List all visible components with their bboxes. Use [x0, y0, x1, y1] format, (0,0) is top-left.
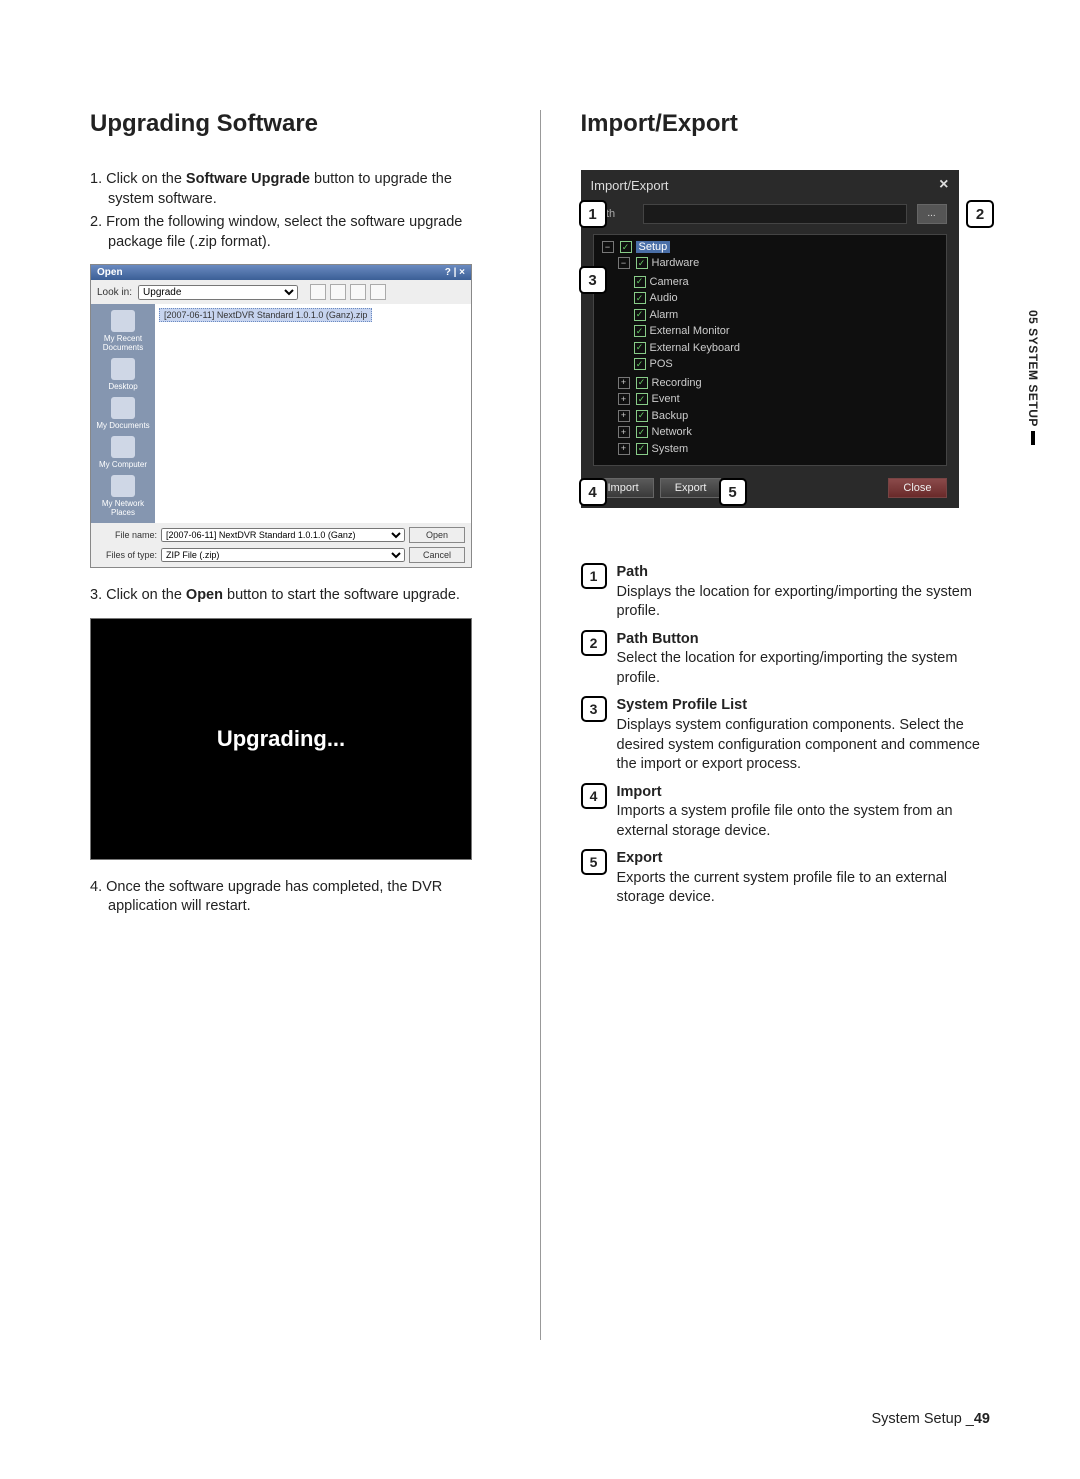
heading-import-export: Import/Export [581, 110, 991, 138]
checkbox-icon[interactable]: ✓ [634, 309, 646, 321]
filetype-label: Files of type: [97, 550, 157, 560]
place-recent[interactable]: My Recent Documents [95, 310, 151, 352]
def-path: 1 PathDisplays the location for exportin… [581, 563, 991, 622]
place-desktop[interactable]: Desktop [95, 358, 151, 391]
close-icon[interactable]: × [939, 176, 948, 194]
callout-2: 2 [966, 200, 994, 228]
step-3: 3. Click on the Open button to start the… [90, 586, 500, 606]
close-button[interactable]: Close [888, 478, 946, 498]
callout-3: 3 [579, 266, 607, 294]
step-2: 2. From the following window, select the… [90, 213, 500, 252]
open-button[interactable]: Open [409, 527, 465, 543]
step-1: 1. Click on the Software Upgrade button … [90, 170, 500, 209]
callout-4: 4 [579, 478, 607, 506]
path-browse-button[interactable]: ... [917, 204, 947, 224]
tree-root-label[interactable]: Setup [636, 241, 671, 253]
file-list[interactable]: [2007-06-11] NextDVR Standard 1.0.1.0 (G… [155, 304, 471, 523]
back-icon[interactable] [310, 284, 326, 300]
expander-icon[interactable]: + [618, 377, 630, 389]
callout-5: 5 [719, 478, 747, 506]
checkbox-icon[interactable]: ✓ [636, 410, 648, 422]
profile-tree[interactable]: − ✓ Setup − ✓ Hardware ✓Camera [593, 234, 947, 466]
tree-item[interactable]: POS [650, 356, 673, 373]
expander-icon[interactable]: + [618, 443, 630, 455]
file-item[interactable]: [2007-06-11] NextDVR Standard 1.0.1.0 (G… [159, 308, 372, 322]
tree-item[interactable]: External Monitor [650, 323, 730, 340]
callout-1: 1 [579, 200, 607, 228]
def-path-button: 2 Path ButtonSelect the location for exp… [581, 630, 991, 689]
expander-icon[interactable]: − [602, 241, 614, 253]
page-footer: System Setup _49 [872, 1411, 991, 1427]
checkbox-icon[interactable]: ✓ [636, 426, 648, 438]
checkbox-icon[interactable]: ✓ [634, 358, 646, 370]
checkbox-icon[interactable]: ✓ [636, 443, 648, 455]
open-dialog: Open ? | × Look in: Upgrade [90, 264, 472, 568]
left-column: Upgrading Software 1. Click on the Softw… [90, 110, 500, 1340]
place-network[interactable]: My Network Places [95, 475, 151, 517]
checkbox-icon[interactable]: ✓ [636, 393, 648, 405]
import-export-panel: Import/Export × Path ... − ✓ Setup [581, 170, 959, 508]
filename-label: File name: [97, 530, 157, 540]
tree-item[interactable]: External Keyboard [650, 340, 741, 357]
checkbox-icon[interactable]: ✓ [634, 342, 646, 354]
panel-title: Import/Export [591, 178, 669, 193]
right-column: Import/Export 1 2 3 4 5 Import/Export × … [581, 110, 991, 1340]
checkbox-icon[interactable]: ✓ [620, 241, 632, 253]
checkbox-icon[interactable]: ✓ [634, 276, 646, 288]
new-folder-icon[interactable] [350, 284, 366, 300]
step-4: 4. Once the software upgrade has complet… [90, 878, 500, 917]
checkbox-icon[interactable]: ✓ [636, 377, 648, 389]
section-tab: 05 SYSTEM SETUP [1026, 310, 1040, 445]
checkbox-icon[interactable]: ✓ [636, 257, 648, 269]
up-icon[interactable] [330, 284, 346, 300]
tree-item[interactable]: System [652, 441, 689, 458]
tree-item[interactable]: Hardware [652, 255, 700, 272]
checkbox-icon[interactable]: ✓ [634, 292, 646, 304]
checkbox-icon[interactable]: ✓ [634, 325, 646, 337]
tree-item[interactable]: Camera [650, 274, 689, 291]
tree-item[interactable]: Alarm [650, 307, 679, 324]
heading-upgrading: Upgrading Software [90, 110, 500, 138]
open-dialog-titlebar: Open ? | × [91, 265, 471, 280]
expander-icon[interactable]: + [618, 426, 630, 438]
column-divider [540, 110, 541, 1340]
def-export: 5 ExportExports the current system profi… [581, 849, 991, 908]
tree-item[interactable]: Recording [652, 375, 702, 392]
tree-item[interactable]: Event [652, 391, 680, 408]
view-menu-icon[interactable] [370, 284, 386, 300]
look-in-label: Look in: [97, 287, 132, 298]
place-mycomputer[interactable]: My Computer [95, 436, 151, 469]
places-bar: My Recent Documents Desktop My Documents… [91, 304, 155, 523]
tree-item[interactable]: Audio [650, 290, 678, 307]
definitions: 1 PathDisplays the location for exportin… [581, 563, 991, 908]
tree-item[interactable]: Network [652, 424, 692, 441]
path-input[interactable] [643, 204, 907, 224]
expander-icon[interactable]: + [618, 410, 630, 422]
filename-input[interactable]: [2007-06-11] NextDVR Standard 1.0.1.0 (G… [161, 528, 405, 542]
def-profile-list: 3 System Profile ListDisplays system con… [581, 696, 991, 774]
def-import: 4 ImportImports a system profile file on… [581, 783, 991, 842]
place-mydocs[interactable]: My Documents [95, 397, 151, 430]
upgrading-screen: Upgrading... [90, 618, 472, 860]
look-in-select[interactable]: Upgrade [138, 285, 298, 300]
expander-icon[interactable]: − [618, 257, 630, 269]
filetype-select[interactable]: ZIP File (.zip) [161, 548, 405, 562]
export-button[interactable]: Export [660, 478, 722, 498]
expander-icon[interactable]: + [618, 393, 630, 405]
tree-item[interactable]: Backup [652, 408, 689, 425]
cancel-button[interactable]: Cancel [409, 547, 465, 563]
window-buttons[interactable]: ? | × [445, 267, 465, 278]
